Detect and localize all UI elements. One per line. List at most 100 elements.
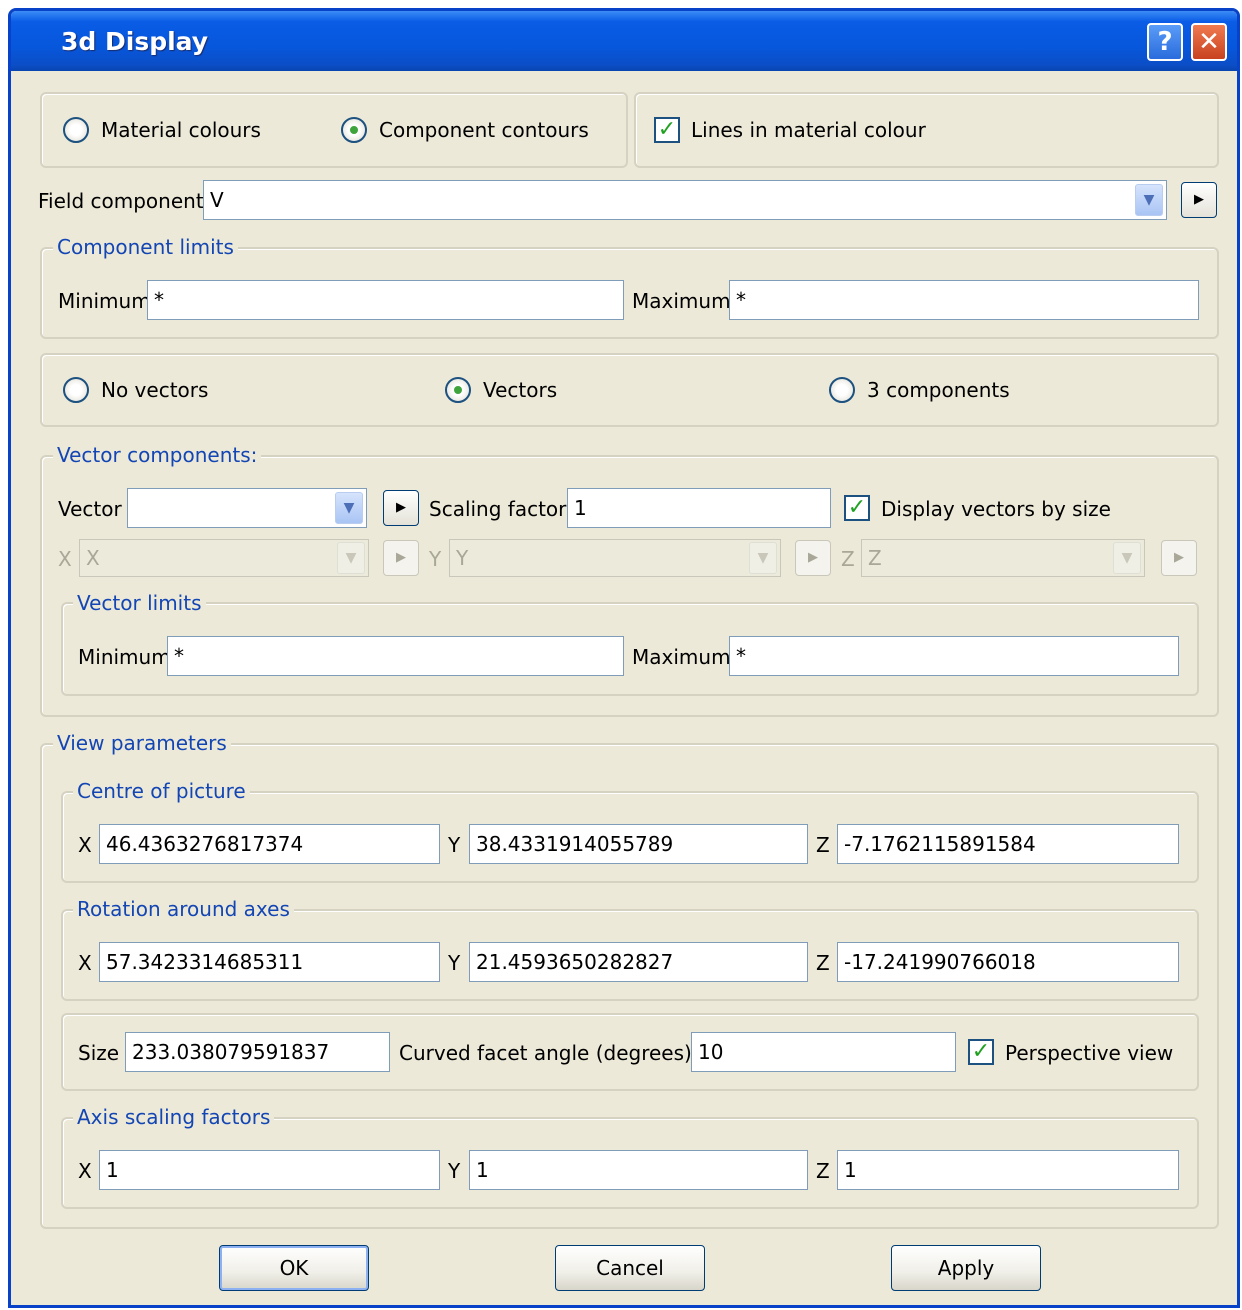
scaling-factor-label: Scaling factor <box>429 497 567 521</box>
component-max-value: * <box>736 288 746 312</box>
ok-button[interactable]: OK <box>219 1245 369 1291</box>
component-contours-radio[interactable] <box>341 117 367 143</box>
vector-arrow-button[interactable]: ▶ <box>383 490 419 526</box>
play-arrow-icon: ▶ <box>1194 192 1204 207</box>
title-bar[interactable]: 3d Display ? ✕ <box>11 11 1237 71</box>
apply-button[interactable]: Apply <box>891 1245 1041 1291</box>
centre-y-input[interactable]: 38.4331914055789 <box>469 824 808 864</box>
component-min-value: * <box>154 288 164 312</box>
vector-max-input[interactable]: * <box>729 636 1179 676</box>
rotation-y-value: 21.4593650282827 <box>476 950 674 974</box>
vector-dropdown-button[interactable]: ▼ <box>335 492 363 524</box>
play-arrow-icon: ▶ <box>1174 550 1184 565</box>
axis-x-value: 1 <box>106 1158 119 1182</box>
help-button[interactable]: ? <box>1147 23 1183 61</box>
component-max-label: Maximum <box>632 289 731 313</box>
vector-z-dropdown-button[interactable]: ▼ <box>1113 542 1141 574</box>
chevron-down-icon: ▼ <box>343 500 355 516</box>
cancel-button[interactable]: Cancel <box>555 1245 705 1291</box>
vector-x-arrow-button[interactable]: ▶ <box>383 540 419 576</box>
component-min-input[interactable]: * <box>147 280 624 320</box>
centre-y-label: Y <box>448 833 461 857</box>
three-components-label: 3 components <box>867 378 1010 402</box>
component-contours-label: Component contours <box>379 118 589 142</box>
chevron-down-icon: ▼ <box>1143 192 1155 208</box>
material-colours-label: Material colours <box>101 118 261 142</box>
vector-z-arrow-button[interactable]: ▶ <box>1161 540 1197 576</box>
rotation-x-input[interactable]: 57.3423314685311 <box>99 942 440 982</box>
no-vectors-radio[interactable] <box>63 377 89 403</box>
field-component-dropdown-button[interactable]: ▼ <box>1135 184 1163 216</box>
vector-components-title: Vector components: <box>53 443 262 467</box>
perspective-view-label: Perspective view <box>1005 1041 1174 1065</box>
axis-y-label: Y <box>448 1159 461 1183</box>
close-button[interactable]: ✕ <box>1191 23 1227 61</box>
scaling-factor-value: 1 <box>574 496 587 520</box>
vector-max-label: Maximum <box>632 645 731 669</box>
vector-select[interactable] <box>127 488 367 528</box>
rotation-y-input[interactable]: 21.4593650282827 <box>469 942 808 982</box>
component-max-input[interactable]: * <box>729 280 1199 320</box>
checkmark-icon: ✓ <box>657 117 677 142</box>
lines-in-material-colour-checkbox[interactable]: ✓ <box>654 117 680 143</box>
radio-selected-dot <box>350 126 358 134</box>
centre-z-label: Z <box>816 833 830 857</box>
vectors-label: Vectors <box>483 378 558 402</box>
size-value: 233.038079591837 <box>132 1040 330 1064</box>
display-vectors-by-size-label: Display vectors by size <box>881 497 1111 521</box>
material-colours-radio[interactable] <box>63 117 89 143</box>
curved-facet-angle-label: Curved facet angle (degrees) <box>399 1041 692 1065</box>
vector-y-arrow-button[interactable]: ▶ <box>795 540 831 576</box>
vector-y-select[interactable]: Y <box>449 539 781 577</box>
play-arrow-icon: ▶ <box>396 550 406 565</box>
vector-z-label: Z <box>841 547 855 571</box>
curved-facet-angle-value: 10 <box>698 1040 724 1064</box>
field-component-value: V <box>210 188 224 212</box>
scaling-factor-input[interactable]: 1 <box>567 488 831 528</box>
chevron-down-icon: ▼ <box>345 550 357 566</box>
vector-min-input[interactable]: * <box>167 636 624 676</box>
display-vectors-by-size-checkbox[interactable]: ✓ <box>844 495 870 521</box>
vector-max-value: * <box>736 644 746 668</box>
axis-scaling-factors-title: Axis scaling factors <box>73 1105 275 1129</box>
perspective-view-checkbox[interactable]: ✓ <box>968 1039 994 1065</box>
rotation-z-label: Z <box>816 951 830 975</box>
play-arrow-icon: ▶ <box>396 500 406 515</box>
vector-y-dropdown-button[interactable]: ▼ <box>749 542 777 574</box>
rotation-z-input[interactable]: -17.241990766018 <box>837 942 1179 982</box>
axis-z-value: 1 <box>844 1158 857 1182</box>
rotation-y-label: Y <box>448 951 461 975</box>
view-parameters-title: View parameters <box>53 731 231 755</box>
vector-z-select[interactable]: Z <box>861 539 1145 577</box>
vector-label: Vector <box>58 497 122 521</box>
vector-min-value: * <box>174 644 184 668</box>
vector-x-value: X <box>86 546 100 570</box>
vector-x-dropdown-button[interactable]: ▼ <box>337 542 365 574</box>
axis-y-input[interactable]: 1 <box>469 1150 808 1190</box>
rotation-z-value: -17.241990766018 <box>844 950 1036 974</box>
field-component-arrow-button[interactable]: ▶ <box>1181 182 1217 218</box>
axis-x-input[interactable]: 1 <box>99 1150 440 1190</box>
vector-y-value: Y <box>456 546 469 570</box>
vector-limits-title: Vector limits <box>73 591 206 615</box>
rotation-x-label: X <box>78 951 92 975</box>
centre-of-picture-title: Centre of picture <box>73 779 250 803</box>
axis-z-input[interactable]: 1 <box>837 1150 1179 1190</box>
centre-z-input[interactable]: -7.1762115891584 <box>837 824 1179 864</box>
vectors-radio[interactable] <box>445 377 471 403</box>
rotation-around-axes-title: Rotation around axes <box>73 897 294 921</box>
field-component-label: Field component <box>38 189 204 213</box>
vector-mode-group <box>40 353 1219 427</box>
curved-facet-angle-input[interactable]: 10 <box>691 1032 956 1072</box>
3d-display-dialog: 3d Display ? ✕ Material colours Componen… <box>8 8 1240 1308</box>
vector-z-value: Z <box>868 546 882 570</box>
size-input[interactable]: 233.038079591837 <box>125 1032 390 1072</box>
component-limits-title: Component limits <box>53 235 238 259</box>
window-title: 3d Display <box>61 27 209 56</box>
centre-x-input[interactable]: 46.4363276817374 <box>99 824 440 864</box>
three-components-radio[interactable] <box>829 377 855 403</box>
vector-x-select[interactable]: X <box>79 539 369 577</box>
centre-x-value: 46.4363276817374 <box>106 832 304 856</box>
vector-y-label: Y <box>429 547 442 571</box>
field-component-select[interactable]: V <box>203 180 1167 220</box>
